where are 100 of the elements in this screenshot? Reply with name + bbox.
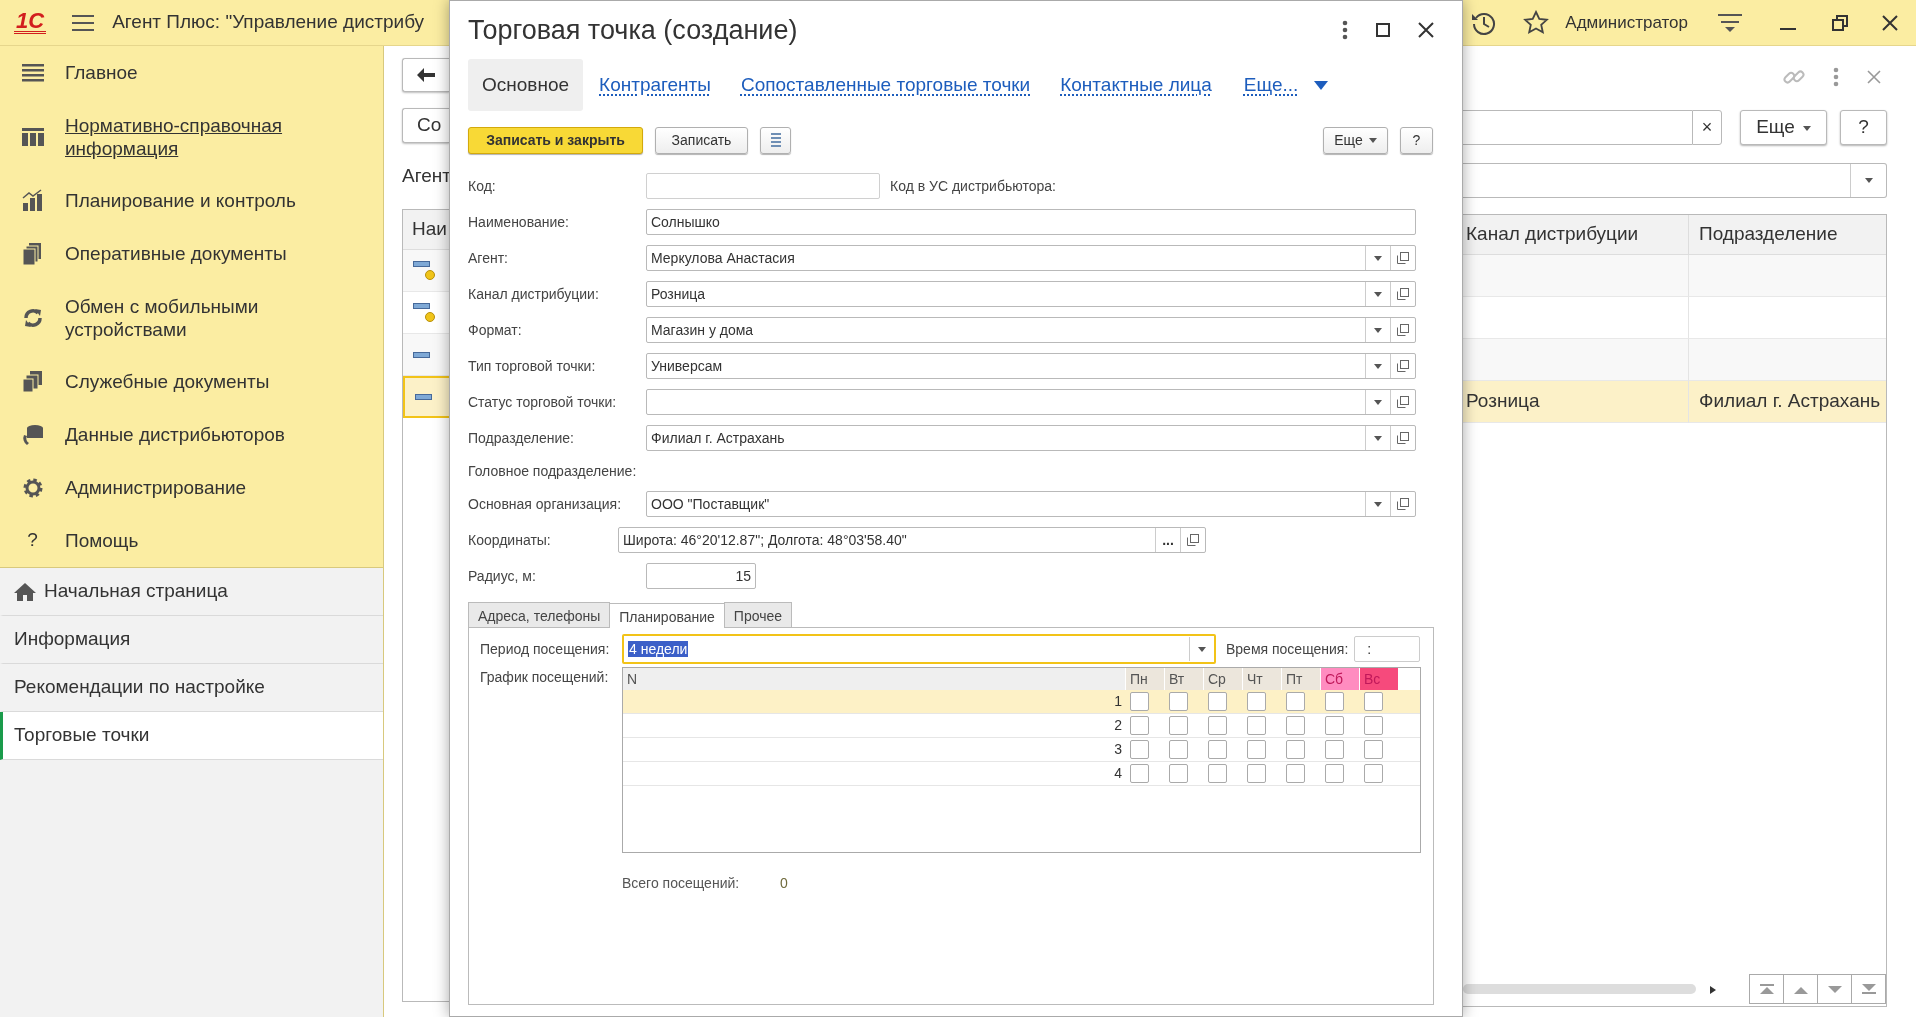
checkbox[interactable]	[1247, 716, 1266, 735]
checkbox[interactable]	[1169, 764, 1188, 783]
schedule-row[interactable]: 1	[623, 690, 1420, 714]
search-field[interactable]	[1463, 110, 1692, 145]
checkbox[interactable]	[1286, 764, 1305, 783]
checkbox[interactable]	[1364, 740, 1383, 759]
menu-icon[interactable]	[72, 14, 95, 33]
select-field[interactable]: Филиал г. Астрахань	[646, 425, 1416, 451]
section-icon[interactable]	[20, 422, 45, 447]
checkbox[interactable]	[1130, 692, 1149, 711]
select-field[interactable]: Универсам	[646, 353, 1416, 379]
section-link[interactable]: Обмен с мобильными устройствами	[65, 294, 325, 341]
more-button[interactable]: Еще	[1323, 126, 1388, 154]
back-button[interactable]	[402, 58, 449, 92]
section-link[interactable]: Администрирование	[65, 476, 247, 499]
tab[interactable]: Контрагенты	[585, 58, 725, 112]
filter-icon[interactable]	[1718, 11, 1742, 34]
section-icon[interactable]	[20, 188, 45, 213]
more-tabs-link[interactable]: Еще...	[1229, 58, 1313, 112]
checkbox[interactable]	[1364, 716, 1383, 735]
number-field[interactable]: 15	[646, 563, 756, 589]
nav-item[interactable]: Информация	[14, 625, 131, 654]
table-row[interactable]	[403, 376, 449, 418]
checkbox[interactable]	[1286, 740, 1305, 759]
checkbox[interactable]	[1364, 692, 1383, 711]
time-field[interactable]: :	[1354, 636, 1421, 662]
checkbox[interactable]	[1130, 716, 1149, 735]
list-button[interactable]	[760, 126, 791, 154]
tab[interactable]: Планирование	[609, 603, 725, 628]
more-button[interactable]: Еще	[1740, 110, 1827, 145]
clear-button[interactable]: ×	[1692, 110, 1722, 145]
user-name[interactable]: Администратор	[1565, 9, 1688, 36]
first-page-icon[interactable]	[1758, 984, 1775, 994]
select-field[interactable]: Меркулова Анастасия	[646, 245, 1416, 271]
save-close-button[interactable]: Записать и закрыть	[468, 126, 643, 154]
section-link[interactable]: Планирование и контроль	[65, 189, 296, 212]
coordinates-field[interactable]: Широта: 46°20'12.87"; Долгота: 48°03'58.40" ...	[618, 527, 1206, 553]
checkbox[interactable]	[1286, 692, 1305, 711]
table-row[interactable]	[403, 334, 449, 376]
code-field[interactable]	[646, 173, 880, 199]
create-button[interactable]: Со	[402, 108, 449, 143]
checkbox[interactable]	[1169, 716, 1188, 735]
tab[interactable]: Контактные лица	[1046, 58, 1226, 112]
section-link[interactable]: Помощь	[65, 529, 139, 552]
maximize-icon[interactable]	[1376, 23, 1390, 37]
dropdown-triangle-icon[interactable]	[1314, 80, 1329, 90]
help-icon[interactable]: ?	[27, 526, 38, 555]
save-button[interactable]: Записать	[655, 126, 748, 154]
checkbox[interactable]	[1247, 692, 1266, 711]
restore-icon[interactable]	[1832, 15, 1848, 32]
section-link[interactable]: Служебные документы	[65, 370, 270, 393]
previous-page-icon[interactable]	[1792, 984, 1809, 994]
checkbox[interactable]	[1247, 764, 1266, 783]
select-field[interactable]: Магазин у дома	[646, 317, 1416, 343]
scroll-right-icon[interactable]	[1710, 985, 1716, 994]
checkbox[interactable]	[1130, 764, 1149, 783]
section-link[interactable]: Оперативные документы	[65, 242, 287, 265]
checkbox[interactable]	[1286, 716, 1305, 735]
checkbox[interactable]	[1364, 764, 1383, 783]
checkbox[interactable]	[1169, 740, 1188, 759]
star-icon[interactable]	[1523, 9, 1550, 36]
nav-item[interactable]: Начальная страница	[44, 577, 228, 606]
section-link[interactable]: Нормативно-справочная информация	[65, 113, 325, 160]
nav-item[interactable]: Рекомендации по настройке	[14, 673, 265, 702]
section-link[interactable]: Данные дистрибьюторов	[65, 423, 285, 446]
close-icon[interactable]	[1882, 14, 1898, 31]
scrollbar[interactable]	[1463, 984, 1696, 994]
help-button[interactable]: ?	[1840, 110, 1887, 145]
close-icon[interactable]	[1418, 22, 1434, 38]
checkbox[interactable]	[1130, 740, 1149, 759]
last-page-icon[interactable]	[1860, 984, 1877, 994]
schedule-row[interactable]: 4	[623, 762, 1420, 786]
checkbox[interactable]	[1325, 716, 1344, 735]
more-options-icon[interactable]	[1342, 20, 1348, 40]
section-icon[interactable]	[20, 369, 45, 394]
checkbox[interactable]	[1325, 740, 1344, 759]
checkbox[interactable]	[1208, 716, 1227, 735]
filter-dropdown[interactable]	[1463, 163, 1887, 198]
checkbox[interactable]	[1325, 692, 1344, 711]
tab[interactable]: Основное	[468, 58, 584, 112]
help-button[interactable]: ?	[1400, 126, 1433, 154]
next-page-icon[interactable]	[1826, 984, 1843, 994]
period-dropdown[interactable]: 4 недели	[622, 634, 1216, 664]
input-field[interactable]: Солнышко	[646, 209, 1416, 235]
tab[interactable]: Сопоставленные торговые точки	[726, 58, 1045, 112]
checkbox[interactable]	[1208, 740, 1227, 759]
schedule-row[interactable]: 2	[623, 714, 1420, 738]
section-link[interactable]: Главное	[65, 61, 138, 84]
checkbox[interactable]	[1247, 740, 1266, 759]
tab[interactable]: Прочее	[723, 602, 793, 627]
schedule-row[interactable]: 3	[623, 738, 1420, 762]
select-field[interactable]: ООО "Поставщик"	[646, 491, 1416, 517]
tab[interactable]: Адреса, телефоны	[468, 602, 611, 627]
checkbox[interactable]	[1208, 764, 1227, 783]
select-field[interactable]: Розница	[646, 281, 1416, 307]
checkbox[interactable]	[1208, 692, 1227, 711]
checkbox[interactable]	[1325, 764, 1344, 783]
checkbox[interactable]	[1169, 692, 1188, 711]
select-field[interactable]	[646, 389, 1416, 415]
table-row[interactable]	[403, 250, 449, 292]
